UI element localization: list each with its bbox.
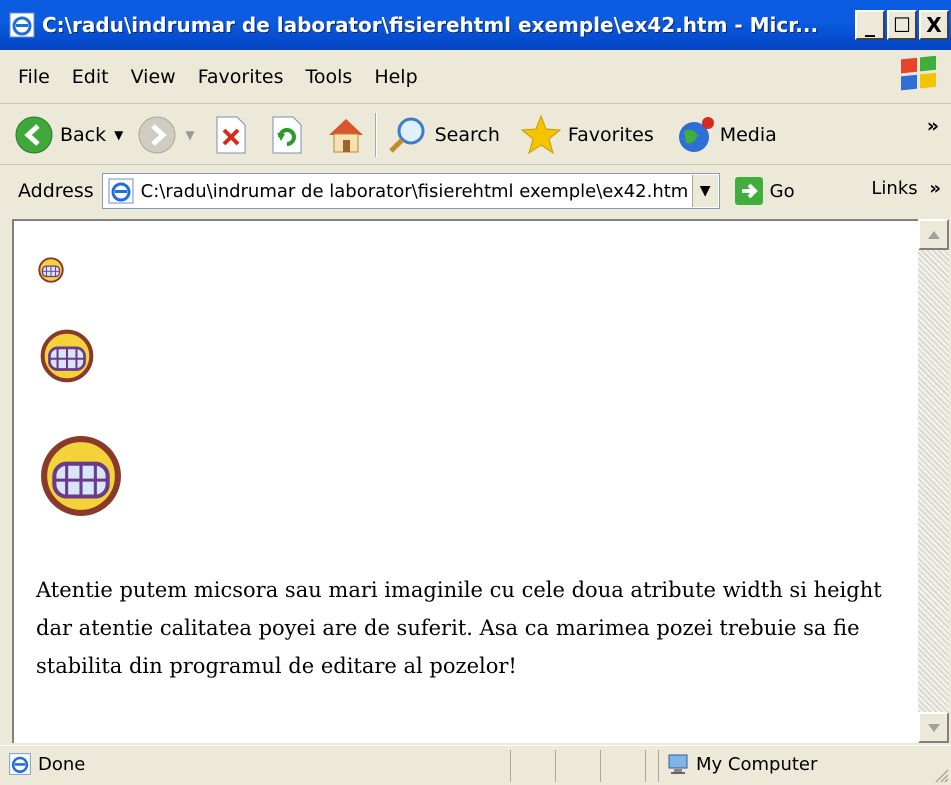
- media-button[interactable]: Media: [676, 115, 777, 155]
- search-label: Search: [434, 123, 500, 146]
- minimize-button[interactable]: _: [855, 10, 885, 40]
- menu-tools[interactable]: Tools: [306, 66, 353, 88]
- status-panel: [555, 750, 597, 782]
- page-icon: [108, 178, 134, 204]
- standard-toolbar: Back ▼ ▼ Search Favorites Media »: [0, 105, 951, 165]
- search-icon: [388, 117, 425, 153]
- vertical-scrollbar[interactable]: [918, 219, 949, 743]
- title-bar[interactable]: C:\radu\indrumar de laborator\fisierehtm…: [0, 0, 951, 50]
- page-paragraph: Atentie putem micsora sau mari imaginile…: [36, 578, 882, 678]
- menu-bar: File Edit View Favorites Tools Help: [0, 50, 951, 104]
- favorites-star-icon: [520, 114, 562, 154]
- grin-smiley-medium-icon: [40, 329, 94, 383]
- ie-page-icon: [9, 12, 35, 38]
- home-button[interactable]: [325, 115, 367, 155]
- my-computer-icon: [668, 754, 688, 774]
- address-label: Address: [18, 180, 94, 202]
- scroll-up-arrow-icon: [927, 230, 940, 239]
- forward-dropdown-icon[interactable]: ▼: [185, 128, 194, 142]
- address-bar: Address C:\radu\indrumar de laborator\fi…: [0, 166, 951, 216]
- search-button[interactable]: Search: [385, 113, 500, 157]
- windows-logo-icon: [901, 56, 936, 91]
- links-label: Links: [871, 178, 918, 199]
- status-panel: [600, 750, 642, 782]
- zone-label: My Computer: [696, 753, 818, 775]
- go-arrow-icon: [734, 177, 763, 205]
- status-done: Done: [8, 752, 85, 776]
- refresh-icon: [272, 116, 302, 153]
- menu-file[interactable]: File: [18, 66, 50, 88]
- resize-grip-icon[interactable]: [933, 767, 949, 783]
- forward-arrow-icon: [138, 116, 176, 153]
- home-icon: [328, 118, 363, 152]
- security-zone: My Computer: [666, 752, 817, 776]
- status-bar: Done My Computer: [0, 745, 951, 785]
- stop-button[interactable]: [213, 115, 247, 155]
- grin-smiley-small-icon: [38, 257, 64, 283]
- media-label: Media: [719, 123, 777, 146]
- status-panel: [510, 750, 552, 782]
- menu-view[interactable]: View: [131, 66, 176, 88]
- status-panel: [645, 750, 655, 782]
- address-value: C:\radu\indrumar de laborator\fisierehtm…: [140, 180, 689, 202]
- scroll-down-arrow-icon: [927, 723, 940, 732]
- status-text: Done: [38, 753, 86, 775]
- toolbar-separator: [374, 112, 377, 157]
- page-content: Atentie putem micsora sau mari imaginile…: [12, 219, 922, 743]
- toolbar-chevron-icon[interactable]: »: [927, 115, 939, 137]
- maximize-button[interactable]: ☐: [887, 10, 917, 40]
- go-button[interactable]: Go: [734, 176, 795, 206]
- status-page-icon: [9, 753, 31, 775]
- favorites-label: Favorites: [567, 123, 654, 146]
- media-globe-icon: [678, 116, 714, 152]
- forward-button[interactable]: ▼: [137, 115, 195, 155]
- back-button[interactable]: Back ▼: [14, 115, 123, 155]
- favorites-button[interactable]: Favorites: [520, 114, 654, 156]
- links-chevron-icon: »: [929, 178, 941, 199]
- window-title: C:\radu\indrumar de laborator\fisierehtm…: [42, 13, 819, 37]
- links-button[interactable]: Links »: [871, 178, 941, 199]
- grin-smiley-large-icon: [41, 436, 121, 516]
- menu-favorites[interactable]: Favorites: [198, 66, 284, 88]
- back-dropdown-icon[interactable]: ▼: [114, 128, 123, 142]
- menu-edit[interactable]: Edit: [72, 66, 109, 88]
- menu-help[interactable]: Help: [374, 66, 417, 88]
- address-input[interactable]: C:\radu\indrumar de laborator\fisierehtm…: [101, 173, 720, 209]
- back-arrow-icon: [15, 116, 53, 153]
- go-label: Go: [769, 180, 795, 202]
- scroll-down-button[interactable]: [918, 712, 949, 743]
- scroll-up-button[interactable]: [918, 219, 949, 250]
- close-button[interactable]: X: [919, 10, 949, 40]
- back-label: Back: [60, 123, 107, 146]
- address-dropdown-icon[interactable]: ▼: [691, 175, 718, 207]
- refresh-button[interactable]: [269, 115, 303, 155]
- stop-icon: [216, 116, 246, 153]
